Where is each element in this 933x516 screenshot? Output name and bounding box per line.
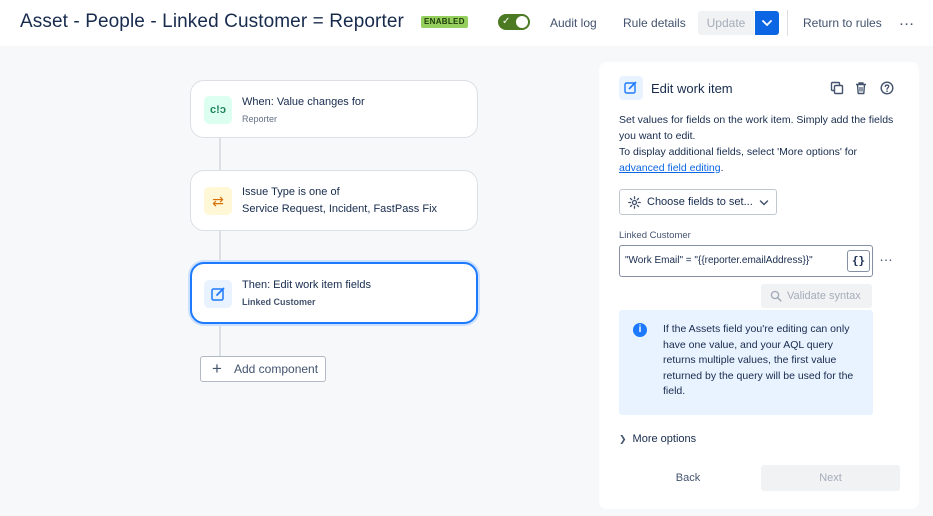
rule-details-button[interactable]: Rule details — [617, 11, 692, 35]
more-options-toggle[interactable]: ❯ More options — [619, 433, 696, 445]
trigger-text: When: Value changes for Reporter — [242, 94, 365, 128]
trigger-subtitle: Reporter — [242, 114, 278, 124]
action-title: Then: Edit work item fields — [242, 279, 371, 291]
field-change-icon: c!ɔ — [204, 96, 232, 124]
info-text: If the Assets field you're editing can o… — [663, 323, 854, 397]
update-button[interactable]: Update — [698, 11, 754, 35]
status-lozenge: ENABLED — [421, 16, 468, 28]
desc-line-2: To display additional fields, select 'Mo… — [619, 146, 858, 158]
validate-syntax-button[interactable]: Validate syntax — [761, 284, 872, 308]
edit-icon — [619, 76, 643, 100]
rule-title: Asset - People - Linked Customer = Repor… — [20, 11, 404, 32]
return-to-rules-button[interactable]: Return to rules — [797, 11, 888, 35]
smart-value-button[interactable]: {} — [847, 250, 870, 272]
condition-line-2: Service Request, Incident, FastPass Fix — [242, 203, 438, 215]
panel-description: Set values for fields on the work item. … — [619, 112, 904, 176]
action-text: Then: Edit work item fields Linked Custo… — [242, 277, 371, 311]
next-button[interactable]: Next — [761, 465, 900, 491]
back-button[interactable]: Back — [639, 465, 737, 491]
edit-icon — [204, 280, 232, 308]
add-component-button[interactable]: + Add component — [200, 356, 326, 382]
action-subtitle: Linked Customer — [242, 297, 316, 307]
linked-customer-label: Linked Customer — [619, 230, 691, 241]
chevron-down-icon — [762, 20, 772, 27]
more-options-label: More options — [632, 433, 697, 445]
search-icon — [770, 290, 782, 302]
panel-title: Edit work item — [651, 81, 733, 96]
header-divider — [787, 10, 788, 36]
trigger-title: When: Value changes for — [242, 96, 365, 108]
trigger-card[interactable]: c!ɔ When: Value changes for Reporter — [190, 80, 478, 138]
update-dropdown-button[interactable] — [755, 11, 779, 35]
condition-line-1: Issue Type is one of — [242, 186, 340, 198]
more-actions-icon[interactable]: … — [896, 12, 918, 34]
plus-icon: + — [212, 359, 222, 378]
chevron-right-icon: ❯ — [619, 434, 627, 444]
top-header: Asset - People - Linked Customer = Repor… — [0, 0, 933, 46]
trash-icon[interactable] — [854, 81, 868, 95]
condition-text: Issue Type is one of Service Request, In… — [242, 184, 437, 218]
field-more-icon[interactable]: … — [879, 248, 899, 264]
info-message: i If the Assets field you're editing can… — [619, 310, 873, 415]
action-card[interactable]: Then: Edit work item fields Linked Custo… — [190, 262, 478, 324]
chevron-down-icon — [759, 200, 769, 206]
check-icon: ✓ — [502, 16, 511, 27]
choose-fields-label: Choose fields to set... — [647, 196, 753, 208]
edit-panel: Edit work item Set values for fields on … — [599, 62, 919, 509]
choose-fields-button[interactable]: Choose fields to set... — [619, 189, 777, 215]
flow-connector — [219, 138, 221, 170]
desc-line-1: Set values for fields on the work item. … — [619, 114, 894, 142]
add-component-label: Add component — [234, 362, 319, 376]
advanced-field-editing-link[interactable]: advanced field editing — [619, 162, 721, 174]
enable-toggle[interactable]: ✓ — [498, 14, 530, 30]
audit-log-button[interactable]: Audit log — [544, 11, 603, 35]
help-icon[interactable] — [880, 81, 894, 95]
flow-connector — [219, 231, 221, 262]
desc-end: . — [720, 162, 724, 174]
linked-customer-value[interactable]: "Work Email" = "{{reporter.emailAddress}… — [625, 255, 813, 266]
toggle-knob — [516, 16, 528, 28]
linked-customer-field[interactable]: "Work Email" = "{{reporter.emailAddress}… — [619, 245, 873, 277]
branch-arrows-icon: ⇄ — [204, 187, 232, 215]
duplicate-icon[interactable] — [830, 81, 844, 95]
condition-card[interactable]: ⇄ Issue Type is one of Service Request, … — [190, 170, 478, 231]
gear-icon — [628, 196, 641, 209]
flow-connector — [219, 324, 221, 356]
info-icon: i — [633, 323, 647, 337]
validate-syntax-label: Validate syntax — [787, 290, 861, 302]
